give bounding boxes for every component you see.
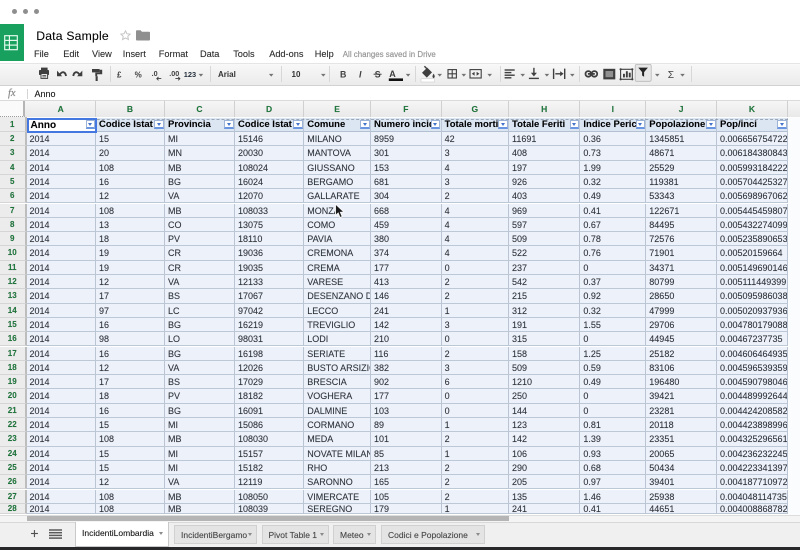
- svg-text:.00: .00: [169, 69, 179, 78]
- svg-text:Arial: Arial: [218, 70, 236, 79]
- svg-text:£: £: [117, 70, 122, 79]
- svg-text:.0: .0: [152, 69, 158, 78]
- svg-text:B: B: [340, 69, 346, 79]
- svg-text:%: %: [135, 70, 142, 79]
- svg-text:10: 10: [292, 70, 301, 79]
- svg-text:I: I: [359, 69, 362, 79]
- svg-text:A: A: [389, 68, 396, 78]
- svg-text:123: 123: [184, 69, 196, 78]
- svg-text:Σ: Σ: [668, 69, 674, 80]
